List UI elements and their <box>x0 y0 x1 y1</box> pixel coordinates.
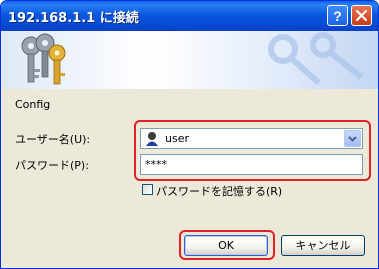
close-icon <box>355 9 368 22</box>
ok-highlight <box>179 230 275 260</box>
realm-text: Config <box>15 98 51 111</box>
help-button[interactable]: ? <box>327 5 348 26</box>
close-button[interactable] <box>351 5 372 26</box>
remember-password-label[interactable]: パスワードを記憶する(R) <box>156 183 282 199</box>
help-icon: ? <box>333 8 342 24</box>
login-dialog: 192.168.1.1 に接続 ? Config ユーザー名(U): user … <box>0 0 379 269</box>
window-title: 192.168.1.1 に接続 <box>8 11 139 26</box>
title-bar[interactable]: 192.168.1.1 に接続 ? <box>1 1 378 31</box>
keys-icon <box>21 32 363 86</box>
password-label: パスワード(P): <box>15 159 89 172</box>
cancel-button[interactable]: キャンセル <box>281 235 365 256</box>
svg-text:?: ? <box>333 8 342 24</box>
banner <box>1 31 378 89</box>
remember-password-checkbox[interactable] <box>142 184 153 195</box>
credentials-highlight <box>134 120 371 181</box>
username-label: ユーザー名(U): <box>15 133 91 146</box>
